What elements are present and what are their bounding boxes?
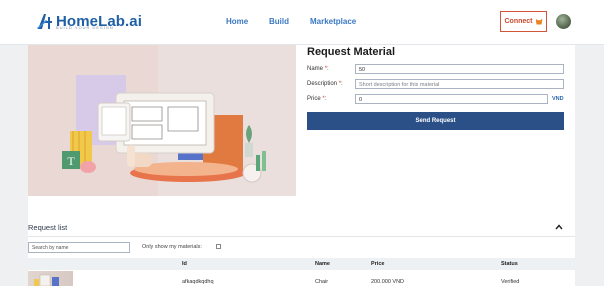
- table-row[interactable]: [28, 271, 575, 286]
- name-label: Name *:: [307, 66, 329, 72]
- house-design-illustration: T: [28, 45, 296, 196]
- chevron-up-icon[interactable]: [555, 224, 563, 230]
- column-header-name: Name: [315, 261, 330, 267]
- material-thumbnail-image: [34, 274, 59, 286]
- row-name: Chair: [315, 279, 329, 285]
- homelab-logo-icon: [37, 14, 52, 29]
- table-header: [28, 258, 575, 270]
- column-header-price: Price: [371, 261, 385, 267]
- description-field[interactable]: Short description for this material: [355, 79, 564, 89]
- name-field[interactable]: 50: [355, 64, 564, 74]
- only-mine-label: Only show my materials:: [142, 244, 202, 250]
- form-title: Request Material: [307, 46, 396, 58]
- divider: [28, 236, 575, 237]
- search-input[interactable]: Search by name: [28, 242, 130, 253]
- send-request-button[interactable]: Send Request: [307, 112, 564, 130]
- nav-home[interactable]: Home: [226, 17, 248, 26]
- nav-marketplace[interactable]: Marketplace: [310, 17, 356, 26]
- fox-wallet-icon: [535, 18, 543, 25]
- row-status: Verified: [501, 279, 520, 285]
- user-avatar[interactable]: [556, 14, 571, 29]
- row-price: 200.000 VND: [371, 279, 405, 285]
- connect-wallet-button[interactable]: Connect: [500, 11, 547, 32]
- description-label: Description *:: [307, 81, 343, 87]
- hero-illustration: T: [28, 45, 296, 196]
- nav-build[interactable]: Build: [269, 17, 289, 26]
- row-thumbnail: [28, 271, 73, 286]
- request-list-title: Request list: [28, 223, 68, 232]
- svg-text:T: T: [67, 154, 75, 168]
- column-header-id: Id: [182, 261, 187, 267]
- price-label: Price *:: [307, 96, 327, 102]
- logo-tagline: BUILD YOUR DESIGN: [56, 25, 114, 30]
- top-navbar: HomeLab.ai BUILD YOUR DESIGN Home Build …: [0, 0, 604, 45]
- connect-label: Connect: [504, 18, 533, 25]
- only-mine-checkbox[interactable]: [216, 244, 221, 249]
- column-header-status: Status: [501, 261, 518, 267]
- row-id: afkaqdkqdhq: [182, 279, 214, 285]
- price-field[interactable]: 0: [355, 94, 548, 104]
- currency-label: VND: [552, 96, 564, 102]
